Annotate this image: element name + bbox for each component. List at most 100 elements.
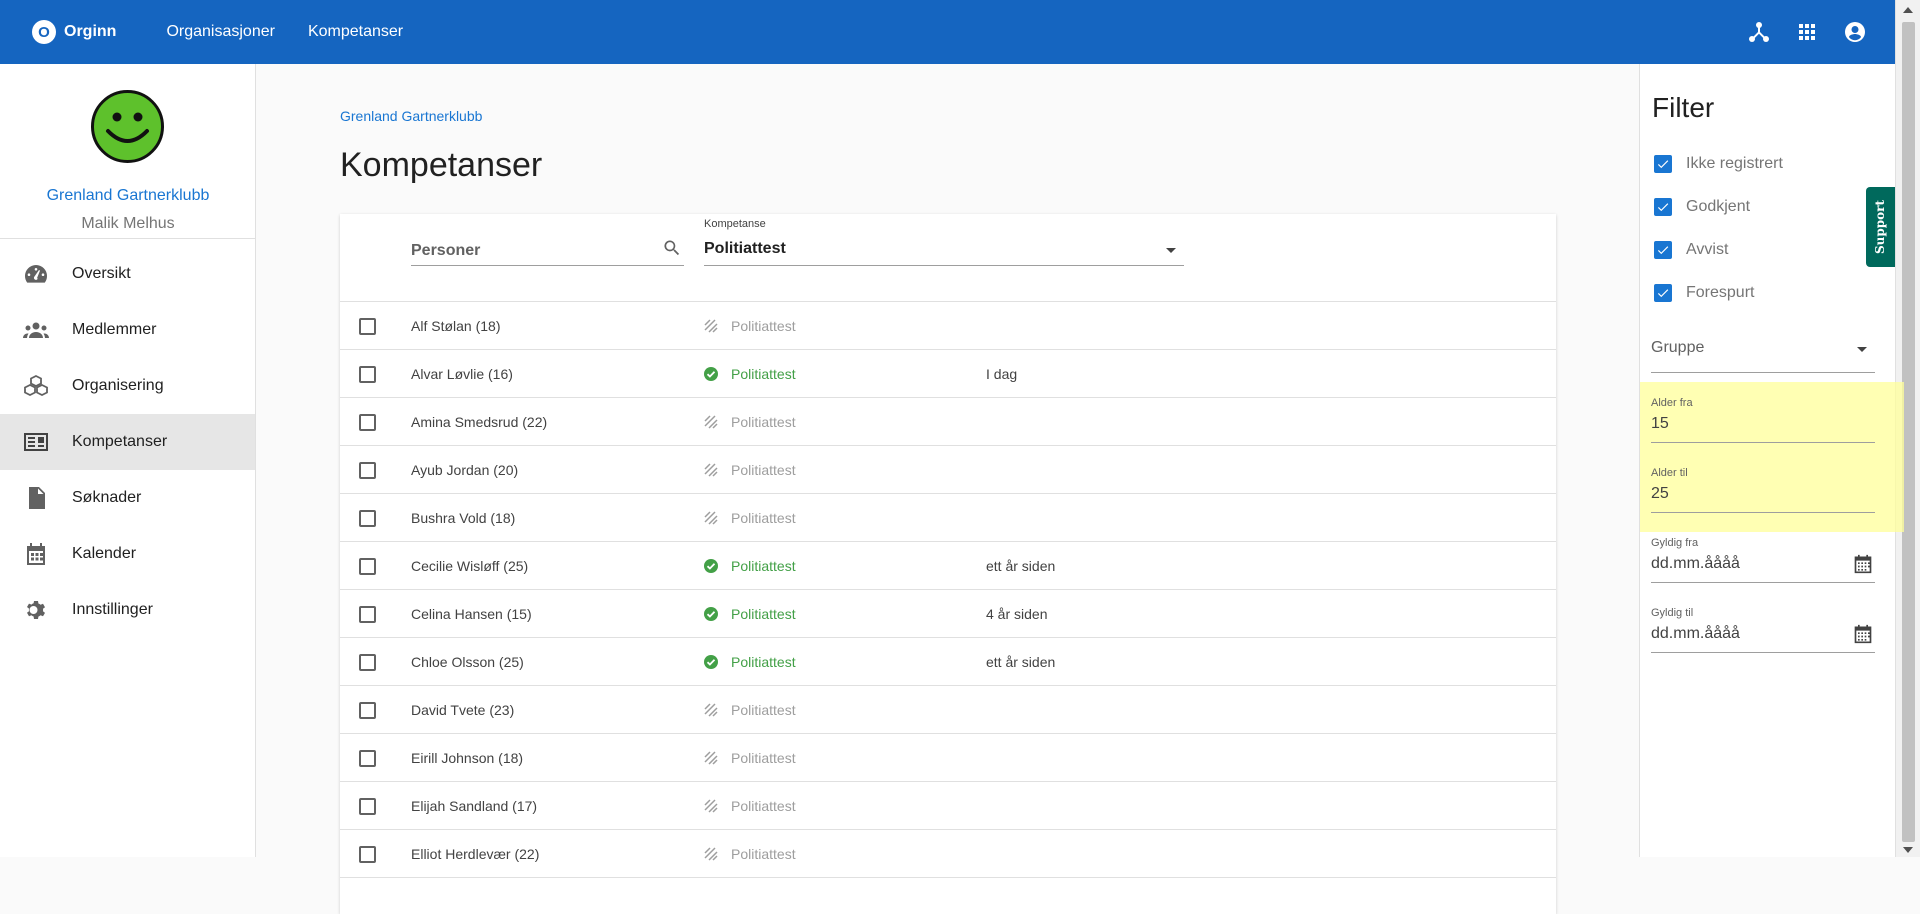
hatched-pending-icon bbox=[704, 751, 718, 765]
scroll-down-arrow-icon[interactable] bbox=[1903, 847, 1913, 853]
row-checkbox[interactable] bbox=[359, 846, 376, 863]
search-placeholder: Personer bbox=[411, 242, 481, 259]
row-checkbox[interactable] bbox=[359, 750, 376, 767]
table-row[interactable]: Cecilie Wisløff (25) Politiattest ett år s… bbox=[340, 542, 1556, 590]
table-row[interactable]: David Tvete (23) Politiattest bbox=[340, 686, 1556, 734]
person-name[interactable]: Celina Hansen (15) bbox=[411, 606, 532, 622]
competence-status[interactable]: Politiattest bbox=[731, 798, 796, 814]
table-row[interactable]: Alf Stølan (18) Politiattest bbox=[340, 302, 1556, 350]
person-name[interactable]: Chloe Olsson (25) bbox=[411, 654, 524, 670]
competence-status[interactable]: Politiattest bbox=[731, 414, 796, 430]
table-row[interactable]: Ayub Jordan (20) Politiattest bbox=[340, 446, 1556, 494]
sidebar: Grenland Gartnerklubb Malik Melhus Overs… bbox=[0, 64, 256, 857]
row-checkbox[interactable] bbox=[359, 366, 376, 383]
row-checkbox[interactable] bbox=[359, 702, 376, 719]
row-checkbox[interactable] bbox=[359, 414, 376, 431]
person-name[interactable]: Ayub Jordan (20) bbox=[411, 462, 518, 478]
hatched-pending-icon bbox=[704, 319, 718, 333]
boxes-icon bbox=[22, 374, 50, 398]
competence-status[interactable]: Politiattest bbox=[731, 654, 796, 670]
row-checkbox[interactable] bbox=[359, 606, 376, 623]
smiley-avatar-icon bbox=[91, 90, 164, 163]
network-icon[interactable] bbox=[1747, 20, 1771, 44]
logo-text: Orginn bbox=[64, 23, 117, 40]
row-checkbox[interactable] bbox=[359, 462, 376, 479]
checkbox-checked-icon[interactable] bbox=[1654, 155, 1672, 173]
group-select[interactable]: Gruppe bbox=[1651, 325, 1875, 373]
competence-status[interactable]: Politiattest bbox=[731, 702, 796, 718]
age-from-field[interactable]: Alder fra 15 bbox=[1651, 397, 1875, 443]
sidebar-item-medlemmer[interactable]: Medlemmer bbox=[0, 302, 255, 358]
person-name[interactable]: Amina Smedsrud (22) bbox=[411, 414, 547, 430]
sidebar-divider bbox=[0, 238, 255, 239]
person-name[interactable]: Elijah Sandland (17) bbox=[411, 798, 537, 814]
filter-checkbox-avvist[interactable]: Avvist bbox=[1654, 241, 1728, 259]
filter-checkbox-godkjent[interactable]: Godkjent bbox=[1654, 198, 1750, 216]
table-row[interactable]: Amina Smedsrud (22) Politiattest bbox=[340, 398, 1556, 446]
nav-organisasjoner[interactable]: Organisasjoner bbox=[166, 23, 275, 41]
person-name[interactable]: Cecilie Wisløff (25) bbox=[411, 558, 528, 574]
hatched-pending-icon bbox=[704, 703, 718, 717]
competence-status[interactable]: Politiattest bbox=[731, 510, 796, 526]
row-checkbox[interactable] bbox=[359, 798, 376, 815]
competence-status[interactable]: Politiattest bbox=[731, 462, 796, 478]
account-circle-icon[interactable] bbox=[1843, 20, 1867, 44]
organization-name[interactable]: Grenland Gartnerklubb bbox=[0, 187, 256, 205]
competence-status[interactable]: Politiattest bbox=[731, 750, 796, 766]
row-checkbox[interactable] bbox=[359, 510, 376, 527]
app-logo[interactable]: O Orginn bbox=[32, 20, 116, 44]
checkbox-checked-icon[interactable] bbox=[1654, 284, 1672, 302]
checkbox-checked-icon[interactable] bbox=[1654, 198, 1672, 216]
sidebar-item-soknader[interactable]: Søknader bbox=[0, 470, 255, 526]
person-name[interactable]: Alf Stølan (18) bbox=[411, 318, 500, 334]
filter-checkbox-forespurt[interactable]: Forespurt bbox=[1654, 284, 1754, 302]
table-row[interactable]: Bushra Vold (18) Politiattest bbox=[340, 494, 1556, 542]
person-search-input[interactable]: Personer bbox=[411, 234, 684, 266]
valid-from-field[interactable]: Gyldig fra dd.mm.åååå bbox=[1651, 537, 1875, 583]
apps-grid-icon[interactable] bbox=[1795, 20, 1819, 44]
approved-when: 4 år siden bbox=[986, 606, 1048, 622]
page-title: Kompetanser bbox=[340, 146, 543, 184]
age-to-label: Alder til bbox=[1651, 467, 1688, 479]
competence-status[interactable]: Politiattest bbox=[731, 366, 796, 382]
search-icon[interactable] bbox=[662, 238, 682, 263]
breadcrumb[interactable]: Grenland Gartnerklubb bbox=[340, 108, 482, 124]
age-to-value: 25 bbox=[1651, 485, 1669, 502]
person-name[interactable]: Bushra Vold (18) bbox=[411, 510, 515, 526]
row-checkbox[interactable] bbox=[359, 318, 376, 335]
table-row[interactable]: Elliot Herdlevær (22) Politiattest bbox=[340, 830, 1556, 878]
kompetanse-select[interactable]: Kompetanse Politiattest bbox=[704, 218, 1184, 266]
filter-title: Filter bbox=[1652, 92, 1715, 123]
checkbox-checked-icon[interactable] bbox=[1654, 241, 1672, 259]
filter-checkbox-ikke-registrert[interactable]: Ikke registrert bbox=[1654, 155, 1783, 173]
nav-kompetanser[interactable]: Kompetanser bbox=[308, 23, 403, 41]
person-name[interactable]: Alvar Løvlie (16) bbox=[411, 366, 513, 382]
sidebar-item-kalender[interactable]: Kalender bbox=[0, 526, 255, 582]
age-to-field[interactable]: Alder til 25 bbox=[1651, 467, 1875, 513]
scroll-up-arrow-icon[interactable] bbox=[1903, 7, 1913, 13]
calendar-icon[interactable] bbox=[1853, 624, 1873, 649]
table-row[interactable]: Alvar Løvlie (16) Politiattest I dag bbox=[340, 350, 1556, 398]
competence-status[interactable]: Politiattest bbox=[731, 558, 796, 574]
sidebar-item-organisering[interactable]: Organisering bbox=[0, 358, 255, 414]
row-checkbox[interactable] bbox=[359, 654, 376, 671]
competence-status[interactable]: Politiattest bbox=[731, 846, 796, 862]
competence-status[interactable]: Politiattest bbox=[731, 318, 796, 334]
sidebar-item-innstillinger[interactable]: Innstillinger bbox=[0, 582, 255, 638]
checkbox-label: Godkjent bbox=[1686, 198, 1751, 215]
person-name[interactable]: Elliot Herdlevær (22) bbox=[411, 846, 539, 862]
calendar-icon[interactable] bbox=[1853, 554, 1873, 579]
sidebar-item-oversikt[interactable]: Oversikt bbox=[0, 246, 255, 302]
valid-to-field[interactable]: Gyldig til dd.mm.åååå bbox=[1651, 607, 1875, 653]
row-checkbox[interactable] bbox=[359, 558, 376, 575]
sidebar-item-kompetanser[interactable]: Kompetanser bbox=[0, 414, 255, 470]
table-row[interactable]: Eirill Johnson (18) Politiattest bbox=[340, 734, 1556, 782]
table-row[interactable]: Chloe Olsson (25) Politiattest ett år side… bbox=[340, 638, 1556, 686]
person-name[interactable]: Eirill Johnson (18) bbox=[411, 750, 523, 766]
person-name[interactable]: David Tvete (23) bbox=[411, 702, 514, 718]
competence-status[interactable]: Politiattest bbox=[731, 606, 796, 622]
support-tab[interactable]: Support bbox=[1866, 187, 1895, 267]
filter-panel: Filter Ikke registrert Godkjent Avvist F… bbox=[1639, 64, 1904, 857]
table-row[interactable]: Celina Hansen (15) Politiattest 4 år siden bbox=[340, 590, 1556, 638]
table-row[interactable]: Elijah Sandland (17) Politiattest bbox=[340, 782, 1556, 830]
